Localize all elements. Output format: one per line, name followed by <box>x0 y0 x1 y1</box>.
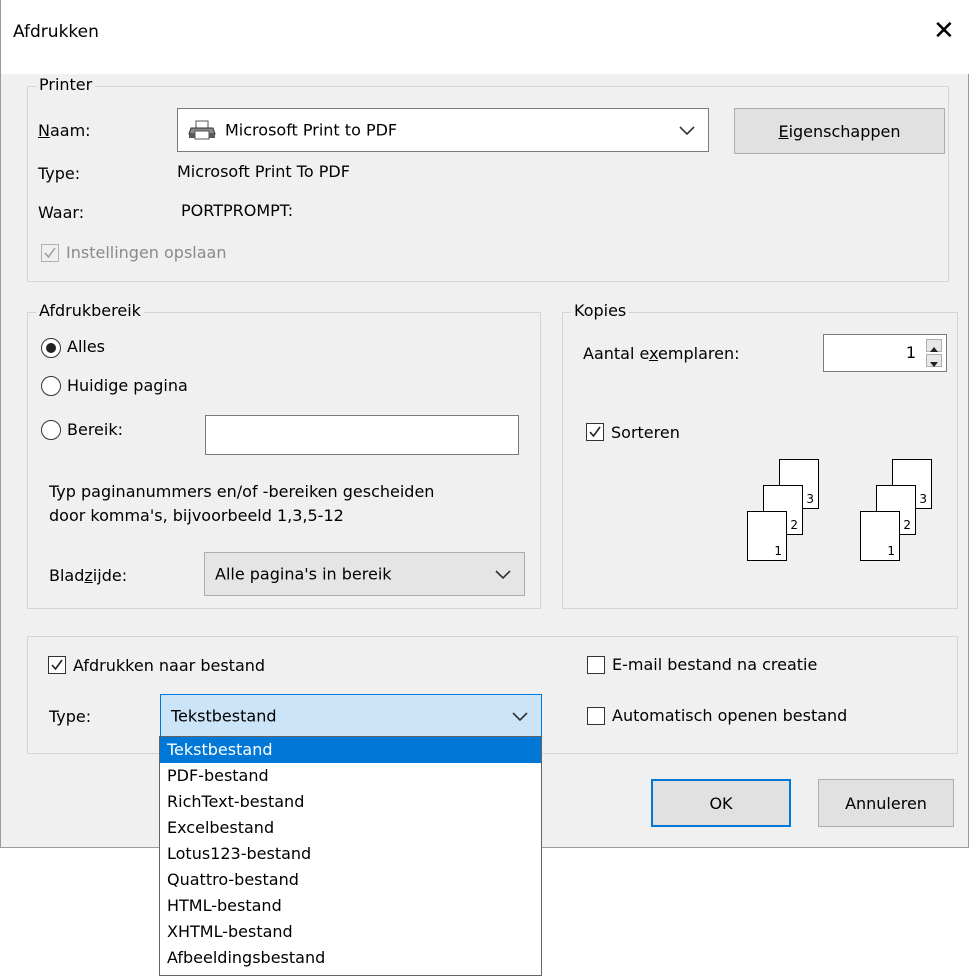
output-type-combobox[interactable]: Tekstbestand <box>160 694 542 738</box>
range-current-page-radio[interactable] <box>41 376 61 396</box>
printer-legend: Printer <box>36 75 96 94</box>
dropdown-option[interactable]: Excelbestand <box>160 815 541 841</box>
dropdown-option[interactable]: Tekstbestand <box>160 737 541 763</box>
range-all-radio[interactable] <box>41 338 61 358</box>
output-type-value: Tekstbestand <box>171 706 277 726</box>
ok-button[interactable]: OK <box>651 779 791 827</box>
printer-name-combobox[interactable]: Microsoft Print to PDF <box>177 108 709 152</box>
printer-name-label: Naam: <box>38 121 91 140</box>
checkmark-icon <box>589 426 601 438</box>
printer-where-value: PORTPROMPT: <box>181 201 294 220</box>
print-to-file-label: Afdrukken naar bestand <box>73 656 266 675</box>
dropdown-option[interactable]: Afbeeldingsbestand <box>160 945 541 971</box>
dropdown-option[interactable]: HTML-bestand <box>160 893 541 919</box>
dropdown-option[interactable]: Quattro-bestand <box>160 867 541 893</box>
title-bar: Afdrukken ✕ <box>1 0 970 74</box>
collate-page: 1 <box>747 511 787 561</box>
spin-up-button[interactable] <box>926 339 942 352</box>
range-pages-input[interactable] <box>205 415 519 455</box>
range-help-line-2: door komma's, bijvoorbeeld 1,3,5-12 <box>49 506 344 525</box>
range-pages-radio[interactable] <box>41 420 61 440</box>
collate-page: 1 <box>860 511 900 561</box>
printer-where-label: Waar: <box>38 203 85 222</box>
page-side-combobox[interactable]: Alle pagina's in bereik <box>204 552 525 596</box>
printer-icon <box>188 120 216 140</box>
dialog-title: Afdrukken <box>13 22 99 42</box>
auto-open-label: Automatisch openen bestand <box>612 706 848 725</box>
print-range-legend: Afdrukbereik <box>36 301 144 320</box>
output-type-dropdown-list: Tekstbestand PDF-bestand RichText-bestan… <box>159 736 542 976</box>
dropdown-option[interactable]: PDF-bestand <box>160 763 541 789</box>
range-pages-label: Bereik: <box>67 420 123 439</box>
range-current-page-label: Huidige pagina <box>67 376 188 395</box>
sort-checkbox[interactable] <box>586 423 604 441</box>
dropdown-option[interactable]: XHTML-bestand <box>160 919 541 945</box>
print-dialog: Afdrukken ✕ Printer Naam: Microsoft Prin… <box>0 0 970 848</box>
dropdown-option[interactable]: RichText-bestand <box>160 789 541 815</box>
copies-count-value: 1 <box>905 343 916 362</box>
properties-button[interactable]: Eigenschappen <box>734 108 945 154</box>
sort-label: Sorteren <box>611 423 680 442</box>
checkmark-icon <box>51 659 63 671</box>
auto-open-checkbox[interactable] <box>587 707 605 725</box>
save-settings-label: Instellingen opslaan <box>66 243 227 262</box>
copies-legend: Kopies <box>571 301 630 320</box>
arrow-down-icon <box>930 362 938 367</box>
print-to-file-checkbox[interactable] <box>48 656 66 674</box>
copies-count-input[interactable]: 1 <box>823 334 947 372</box>
printer-name-value: Microsoft Print to PDF <box>225 120 398 140</box>
printer-type-value: Microsoft Print To PDF <box>177 162 350 181</box>
page-side-value: Alle pagina's in bereik <box>215 564 392 584</box>
chevron-down-icon <box>495 570 511 580</box>
email-after-checkbox[interactable] <box>587 656 605 674</box>
save-settings-checkbox[interactable] <box>41 244 59 262</box>
checkmark-icon <box>44 247 56 259</box>
chevron-down-icon <box>512 712 528 722</box>
range-help-line-1: Typ paginanummers en/of -bereiken gesche… <box>49 482 435 501</box>
output-type-label: Type: <box>49 707 92 726</box>
chevron-down-icon <box>679 126 695 136</box>
printer-type-label: Type: <box>38 164 81 183</box>
copies-count-label: Aantal exemplaren: <box>583 344 740 363</box>
cancel-button[interactable]: Annuleren <box>818 779 954 827</box>
spin-down-button[interactable] <box>926 354 942 367</box>
email-after-label: E-mail bestand na creatie <box>612 655 818 674</box>
range-all-label: Alles <box>67 337 106 356</box>
dropdown-option[interactable]: Lotus123-bestand <box>160 841 541 867</box>
close-icon[interactable]: ✕ <box>933 16 955 46</box>
page-side-label: Bladzijde: <box>49 566 128 585</box>
